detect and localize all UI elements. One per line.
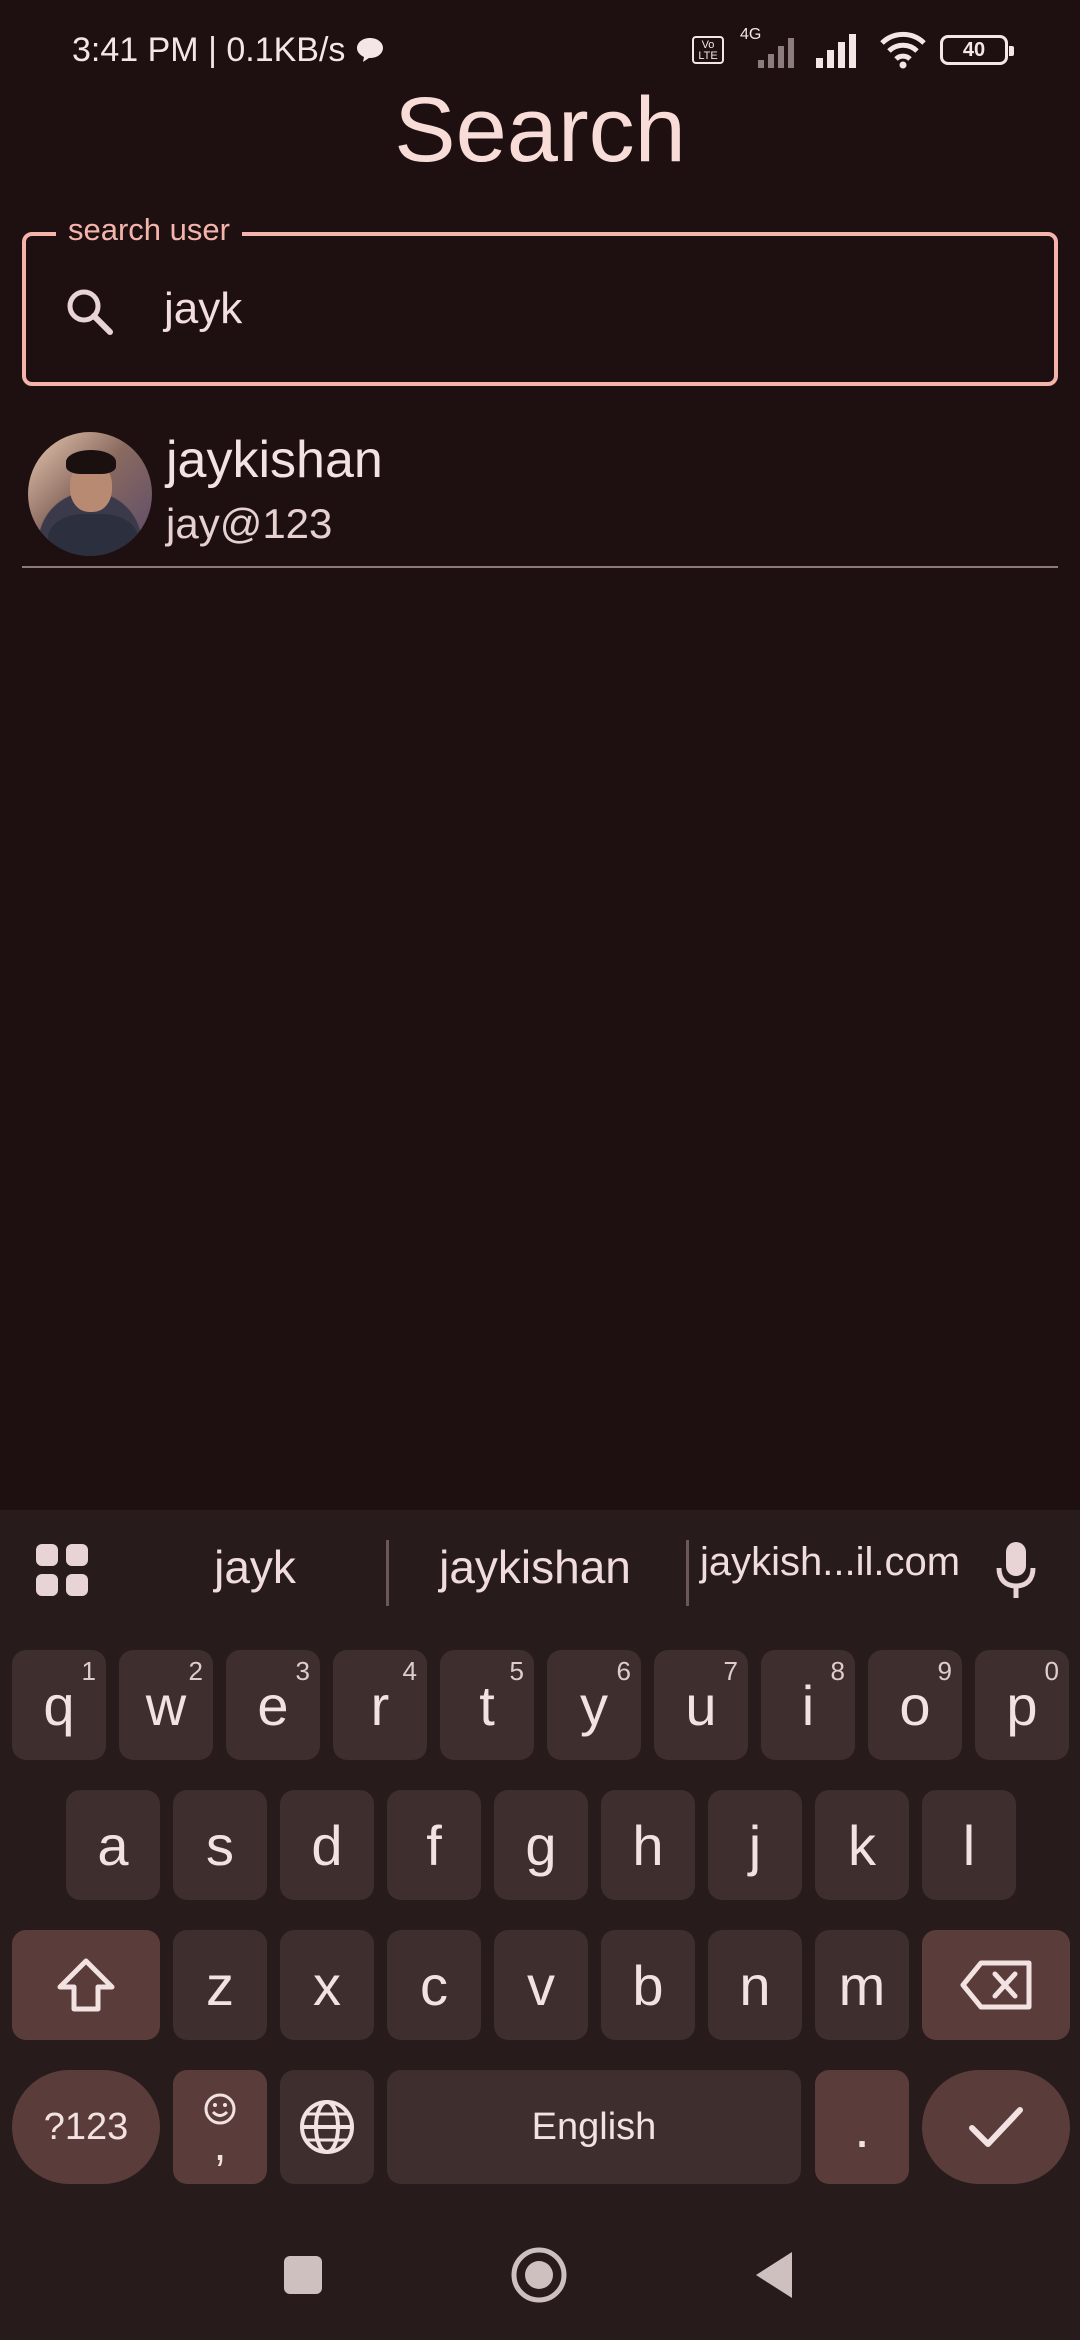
space-key[interactable]: English: [387, 2070, 801, 2184]
key-z[interactable]: z: [173, 1930, 267, 2040]
key-i[interactable]: i8: [761, 1650, 855, 1760]
search-icon: [67, 289, 113, 335]
key-s[interactable]: s: [173, 1790, 267, 1900]
chat-bubble-icon: [357, 38, 384, 62]
suggestion-bar: jayk jaykishan jaykish...il.com: [0, 1510, 1080, 1630]
check-icon: [969, 2107, 1023, 2147]
globe-icon: [300, 2100, 354, 2154]
key-j[interactable]: j: [708, 1790, 802, 1900]
shift-key[interactable]: [12, 1930, 160, 2040]
avatar-hair: [66, 450, 116, 474]
period-key[interactable]: .: [815, 2070, 909, 2184]
battery-icon: 40: [940, 35, 1014, 65]
backspace-icon: [960, 1960, 1032, 2010]
key-v[interactable]: v: [494, 1930, 588, 2040]
recents-icon[interactable]: [282, 2254, 324, 2296]
status-right: Vo LTE 4G 40: [692, 26, 1014, 70]
home-icon[interactable]: [510, 2246, 568, 2304]
apps-grid-icon[interactable]: [34, 1542, 90, 1598]
key-e[interactable]: e3: [226, 1650, 320, 1760]
user-handle: jay@123: [166, 500, 333, 547]
key-r[interactable]: r4: [333, 1650, 427, 1760]
key-w[interactable]: w2: [119, 1650, 213, 1760]
search-field[interactable]: search user jayk: [22, 212, 1058, 386]
key-c[interactable]: c: [387, 1930, 481, 2040]
suggestion-3[interactable]: jaykish...il.com: [700, 1540, 960, 1585]
key-k[interactable]: k: [815, 1790, 909, 1900]
nav-bar: [0, 2210, 1080, 2340]
search-legend: search user: [56, 212, 242, 248]
key-h[interactable]: h: [601, 1790, 695, 1900]
user-name: jaykishan: [166, 431, 383, 489]
wifi-icon: [880, 31, 926, 69]
key-d[interactable]: d: [280, 1790, 374, 1900]
enter-key[interactable]: [922, 2070, 1070, 2184]
key-l[interactable]: l: [922, 1790, 1016, 1900]
key-b[interactable]: b: [601, 1930, 695, 2040]
avatar-body: [48, 514, 138, 556]
mic-icon[interactable]: [996, 1540, 1036, 1600]
key-u[interactable]: u7: [654, 1650, 748, 1760]
key-m[interactable]: m: [815, 1930, 909, 2040]
avatar: [28, 432, 152, 556]
back-icon[interactable]: [752, 2250, 796, 2300]
key-a[interactable]: a: [66, 1790, 160, 1900]
status-time-speed: 3:41 PM | 0.1KB/s: [72, 30, 346, 69]
symbols-key[interactable]: ?123: [12, 2070, 160, 2184]
key-f[interactable]: f: [387, 1790, 481, 1900]
key-g[interactable]: g: [494, 1790, 588, 1900]
comma-label: ,: [213, 2118, 227, 2170]
key-q[interactable]: q1: [12, 1650, 106, 1760]
shift-icon: [57, 1958, 115, 2012]
key-x[interactable]: x: [280, 1930, 374, 2040]
suggestion-1[interactable]: jayk: [150, 1540, 360, 1594]
key-y[interactable]: y6: [547, 1650, 641, 1760]
signal-icon: [816, 34, 856, 68]
suggestion-2[interactable]: jaykishan: [410, 1540, 660, 1594]
status-left: 3:41 PM | 0.1KB/s: [72, 31, 385, 70]
list-item[interactable]: jaykishan jay@123: [22, 430, 1058, 568]
key-p[interactable]: p0: [975, 1650, 1069, 1760]
backspace-key[interactable]: [922, 1930, 1070, 2040]
page-title: Search: [394, 79, 686, 181]
search-input[interactable]: jayk: [164, 284, 242, 334]
suggestion-divider: [386, 1540, 389, 1606]
language-key[interactable]: [280, 2070, 374, 2184]
emoji-comma-key[interactable]: ,: [173, 2070, 267, 2184]
key-t[interactable]: t5: [440, 1650, 534, 1760]
suggestion-divider: [686, 1540, 689, 1606]
key-n[interactable]: n: [708, 1930, 802, 2040]
signal-4g-icon: [758, 38, 794, 68]
signal-4g: 4G: [738, 26, 800, 70]
key-o[interactable]: o9: [868, 1650, 962, 1760]
volte-icon: Vo LTE: [692, 36, 724, 64]
